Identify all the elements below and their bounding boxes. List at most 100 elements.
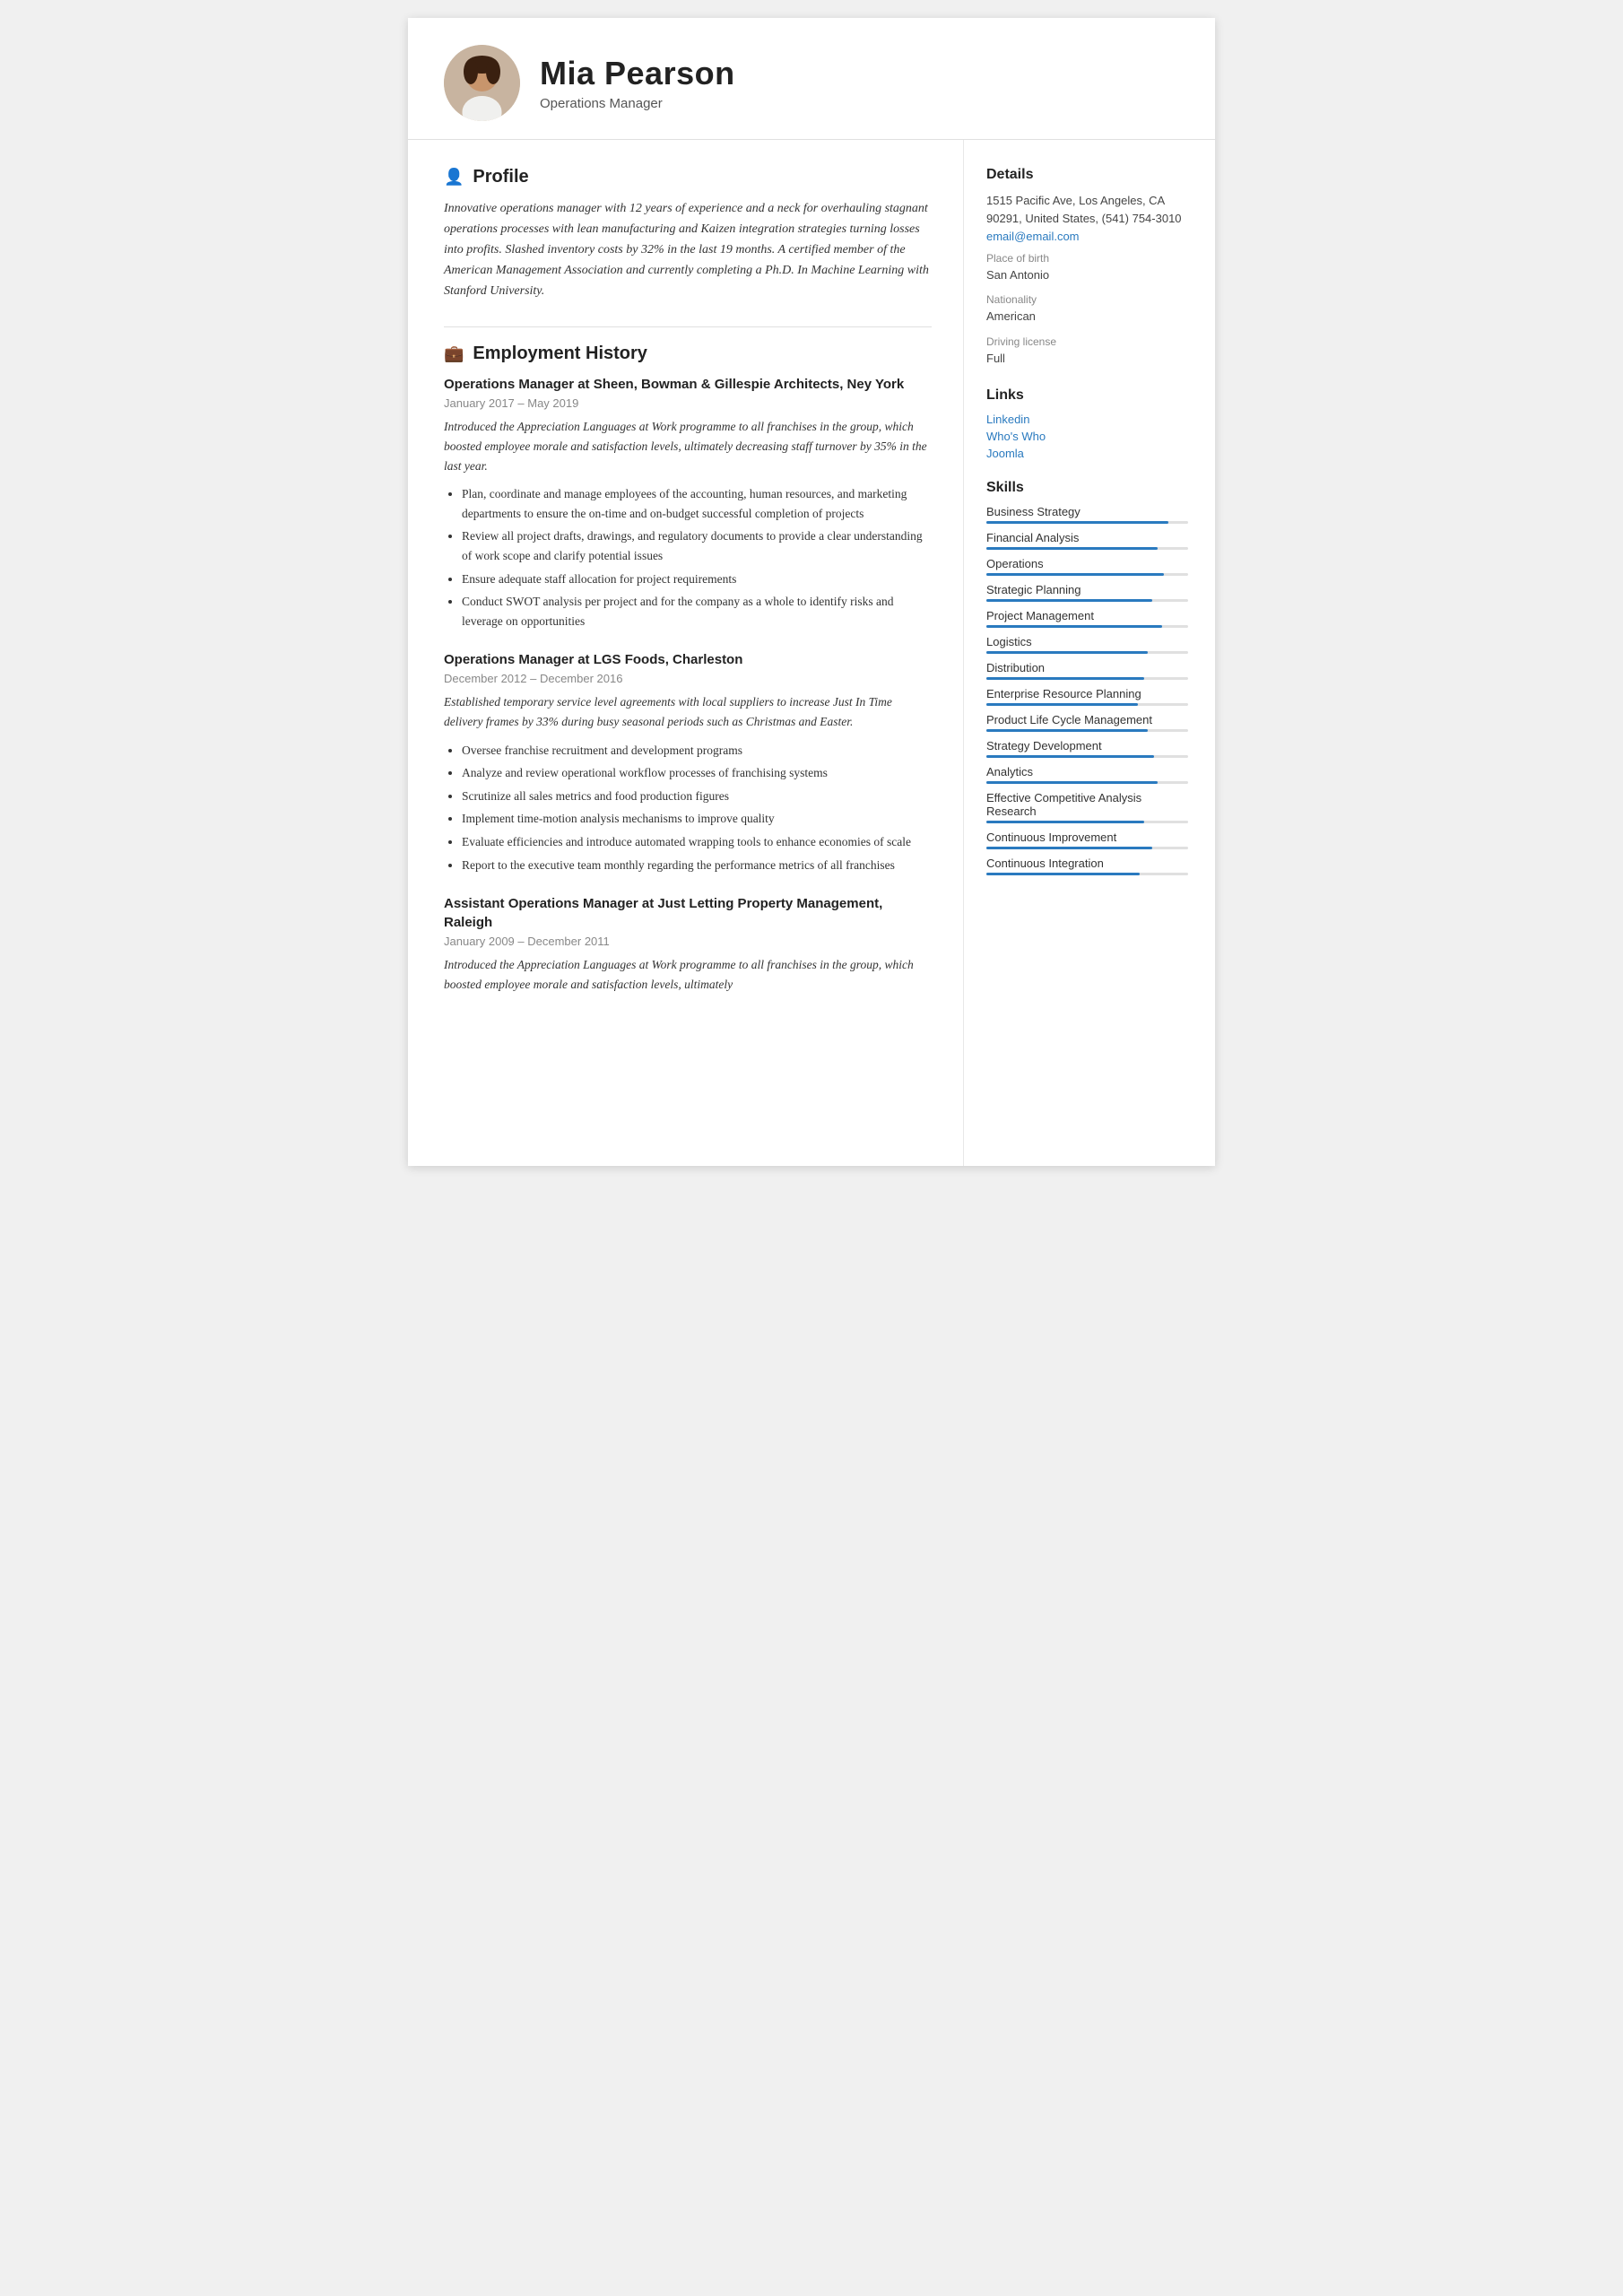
- skill-bar-background: [986, 521, 1188, 524]
- skill-bar-background: [986, 847, 1188, 849]
- job-1-dates: January 2017 – May 2019: [444, 396, 932, 410]
- skill-name: Continuous Improvement: [986, 831, 1188, 844]
- skill-name: Effective Competitive Analysis Research: [986, 791, 1188, 818]
- nationality: American: [986, 308, 1188, 326]
- job-2-description: Established temporary service level agre…: [444, 692, 932, 731]
- email[interactable]: email@email.com: [986, 230, 1188, 243]
- skill-bar-fill: [986, 573, 1164, 576]
- skill-item: Logistics: [986, 635, 1188, 654]
- list-item: Conduct SWOT analysis per project and fo…: [462, 592, 932, 631]
- links-title: Links: [986, 387, 1188, 404]
- driving-license-label: Driving license: [986, 335, 1188, 348]
- avatar: [444, 45, 520, 121]
- place-of-birth: San Antonio: [986, 266, 1188, 284]
- skill-name: Business Strategy: [986, 505, 1188, 518]
- divider-1: [444, 326, 932, 327]
- skill-bar-fill: [986, 755, 1154, 758]
- main-content: 👤 Profile Innovative operations manager …: [408, 140, 1215, 1166]
- skill-bar-fill: [986, 651, 1148, 654]
- skill-bar-background: [986, 821, 1188, 823]
- skill-name: Strategic Planning: [986, 583, 1188, 596]
- skill-bar-fill: [986, 821, 1144, 823]
- driving-license: Full: [986, 350, 1188, 368]
- resume-document: Mia Pearson Operations Manager 👤 Profile…: [408, 18, 1215, 1166]
- skill-name: Continuous Integration: [986, 857, 1188, 870]
- skill-item: Continuous Improvement: [986, 831, 1188, 849]
- skill-bar-fill: [986, 677, 1144, 680]
- skill-item: Effective Competitive Analysis Research: [986, 791, 1188, 823]
- skill-bar-fill: [986, 873, 1140, 875]
- skills-section: Skills Business Strategy Financial Analys…: [986, 480, 1188, 875]
- skill-item: Strategy Development: [986, 739, 1188, 758]
- skill-bar-background: [986, 547, 1188, 550]
- skill-bar-fill: [986, 521, 1168, 524]
- skill-name: Strategy Development: [986, 739, 1188, 752]
- skill-bar-background: [986, 677, 1188, 680]
- skill-item: Financial Analysis: [986, 531, 1188, 550]
- skill-bar-fill: [986, 625, 1162, 628]
- skill-bar-fill: [986, 599, 1152, 602]
- skill-bar-fill: [986, 703, 1138, 706]
- list-item: Plan, coordinate and manage employees of…: [462, 484, 932, 523]
- candidate-title: Operations Manager: [540, 96, 735, 111]
- job-1: Operations Manager at Sheen, Bowman & Gi…: [444, 375, 932, 631]
- skill-bar-background: [986, 781, 1188, 784]
- link-linkedin[interactable]: Linkedin: [986, 413, 1188, 426]
- skill-bar-background: [986, 703, 1188, 706]
- job-1-bullets: Plan, coordinate and manage employees of…: [444, 484, 932, 631]
- profile-icon: 👤: [444, 168, 464, 187]
- skill-name: Logistics: [986, 635, 1188, 648]
- job-2: Operations Manager at LGS Foods, Charles…: [444, 650, 932, 874]
- details-title: Details: [986, 167, 1188, 183]
- skill-item: Project Management: [986, 609, 1188, 628]
- left-column: 👤 Profile Innovative operations manager …: [408, 140, 964, 1166]
- profile-section: 👤 Profile Innovative operations manager …: [444, 167, 932, 301]
- skill-name: Financial Analysis: [986, 531, 1188, 544]
- job-3: Assistant Operations Manager at Just Let…: [444, 894, 932, 994]
- skills-title: Skills: [986, 480, 1188, 496]
- candidate-name: Mia Pearson: [540, 55, 735, 92]
- employment-icon: 💼: [444, 344, 464, 363]
- skill-bar-background: [986, 625, 1188, 628]
- skill-name: Distribution: [986, 661, 1188, 674]
- list-item: Review all project drafts, drawings, and…: [462, 526, 932, 565]
- skill-name: Analytics: [986, 765, 1188, 778]
- skills-list: Business Strategy Financial Analysis Opera…: [986, 505, 1188, 875]
- details-section: Details 1515 Pacific Ave, Los Angeles, C…: [986, 167, 1188, 368]
- profile-text: Innovative operations manager with 12 ye…: [444, 198, 932, 301]
- job-2-bullets: Oversee franchise recruitment and develo…: [444, 741, 932, 875]
- address: 1515 Pacific Ave, Los Angeles, CA 90291,…: [986, 192, 1188, 228]
- job-2-title: Operations Manager at LGS Foods, Charles…: [444, 650, 932, 669]
- resume-header: Mia Pearson Operations Manager: [408, 18, 1215, 140]
- skill-name: Project Management: [986, 609, 1188, 622]
- skill-bar-background: [986, 873, 1188, 875]
- skill-bar-fill: [986, 729, 1148, 732]
- skill-name: Product Life Cycle Management: [986, 713, 1188, 726]
- job-1-title: Operations Manager at Sheen, Bowman & Gi…: [444, 375, 932, 394]
- list-item: Evaluate efficiencies and introduce auto…: [462, 832, 932, 852]
- skill-name: Operations: [986, 557, 1188, 570]
- skill-item: Enterprise Resource Planning: [986, 687, 1188, 706]
- employment-section: 💼 Employment History Operations Manager …: [444, 344, 932, 994]
- skill-bar-background: [986, 755, 1188, 758]
- job-3-description: Introduced the Appreciation Languages at…: [444, 955, 932, 994]
- profile-section-title: 👤 Profile: [444, 167, 932, 187]
- list-item: Ensure adequate staff allocation for pro…: [462, 570, 932, 589]
- skill-item: Analytics: [986, 765, 1188, 784]
- right-column: Details 1515 Pacific Ave, Los Angeles, C…: [964, 140, 1215, 1166]
- skill-bar-background: [986, 573, 1188, 576]
- employment-section-title: 💼 Employment History: [444, 344, 932, 364]
- skill-bar-fill: [986, 781, 1158, 784]
- nationality-label: Nationality: [986, 293, 1188, 306]
- header-info: Mia Pearson Operations Manager: [540, 55, 735, 111]
- skill-item: Operations: [986, 557, 1188, 576]
- link-joomla[interactable]: Joomla: [986, 447, 1188, 460]
- skill-bar-background: [986, 729, 1188, 732]
- list-item: Report to the executive team monthly reg…: [462, 856, 932, 875]
- skill-bar-fill: [986, 547, 1158, 550]
- skill-item: Strategic Planning: [986, 583, 1188, 602]
- skill-bar-background: [986, 651, 1188, 654]
- skill-item: Continuous Integration: [986, 857, 1188, 875]
- link-whos-who[interactable]: Who's Who: [986, 430, 1188, 443]
- skill-item: Distribution: [986, 661, 1188, 680]
